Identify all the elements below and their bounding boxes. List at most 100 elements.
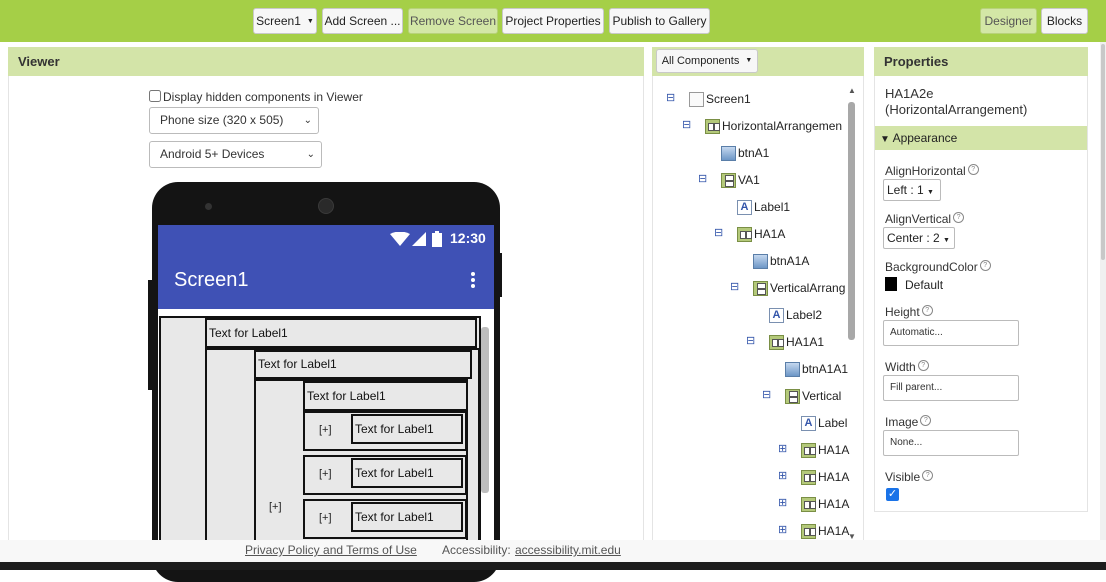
tree-item-label: Screen1: [706, 92, 751, 106]
collapse-icon[interactable]: ⊟: [682, 118, 691, 131]
tree-item[interactable]: HA1A: [801, 440, 849, 460]
horizontal-arrangement-icon: [769, 335, 784, 351]
tree-item[interactable]: VerticalArrang: [753, 278, 845, 298]
tree-item[interactable]: HA1A1: [769, 332, 824, 352]
width-field[interactable]: Fill parent...: [883, 375, 1019, 401]
selected-component-type: (HorizontalArrangement): [885, 102, 1028, 117]
tree-item[interactable]: btnA1: [721, 143, 769, 163]
chevron-down-icon: ⌄: [306, 149, 315, 160]
tree-item[interactable]: HorizontalArrangemen: [705, 116, 842, 136]
visible-checkbox[interactable]: ✓: [886, 488, 899, 501]
tree-item[interactable]: HA1A: [801, 521, 849, 541]
tree-item[interactable]: A Label1: [737, 197, 790, 217]
tree-item[interactable]: VA1: [721, 170, 760, 190]
add-component-placeholder[interactable]: [+]: [269, 501, 282, 513]
tree-item-label: HA1A: [754, 227, 786, 241]
expand-icon[interactable]: ⊞: [778, 469, 787, 482]
signal-icon: [412, 232, 426, 246]
phone-screen: 12:30 Screen1 Text for Label1 Text for L…: [158, 225, 494, 555]
horizontal-arrangement-icon: [737, 227, 752, 243]
label1-preview[interactable]: Text for Label1: [205, 318, 477, 348]
add-component-placeholder[interactable]: [+]: [319, 468, 332, 480]
ha-row-2-label[interactable]: Text for Label1: [351, 458, 463, 488]
collapse-icon[interactable]: ⊟: [714, 226, 723, 239]
label2-preview[interactable]: Text for Label1: [254, 350, 472, 379]
vertical-arrangement-icon: [721, 173, 736, 189]
tree-item-label: Label1: [754, 200, 791, 214]
height-label: Height?: [885, 305, 933, 319]
button-icon: [785, 362, 800, 378]
height-field[interactable]: Automatic...: [883, 320, 1019, 346]
help-icon[interactable]: ?: [967, 164, 979, 175]
properties-header: Properties: [874, 47, 1088, 76]
hidden-components-checkbox[interactable]: [149, 90, 161, 102]
page-scrollbar-thumb[interactable]: [1101, 44, 1105, 260]
components-filter-label: All Components: [661, 55, 740, 67]
project-properties-button[interactable]: Project Properties: [502, 8, 604, 34]
button-icon: [753, 254, 768, 270]
accessibility-link[interactable]: accessibility.mit.edu: [515, 543, 621, 557]
background-color-picker[interactable]: Default: [885, 277, 943, 292]
appearance-section-header[interactable]: ▼ Appearance: [875, 126, 1087, 150]
designer-button[interactable]: Designer: [980, 8, 1037, 34]
tree-item-label: HA1A: [818, 497, 850, 511]
scroll-up-icon[interactable]: ▲: [848, 86, 856, 95]
help-icon[interactable]: ?: [979, 260, 991, 271]
tree-item[interactable]: HA1A: [801, 494, 849, 514]
collapse-icon[interactable]: ⊟: [746, 334, 755, 347]
tree-item[interactable]: Vertical: [785, 386, 841, 406]
taskbar-strip: [0, 562, 1106, 570]
phone-size-select[interactable]: Phone size (320 x 505) ⌄: [149, 107, 319, 134]
expand-icon[interactable]: ⊞: [778, 496, 787, 509]
screen-select-dropdown[interactable]: Screen1 ▼: [253, 8, 317, 34]
add-screen-button[interactable]: Add Screen ...: [322, 8, 403, 34]
phone-screen-scrollbar[interactable]: [481, 327, 489, 493]
expand-icon[interactable]: ⊞: [778, 442, 787, 455]
help-icon[interactable]: ?: [920, 415, 932, 426]
add-component-placeholder[interactable]: [+]: [319, 512, 332, 524]
publish-gallery-button[interactable]: Publish to Gallery: [609, 8, 710, 34]
expand-icon[interactable]: ⊞: [778, 523, 787, 536]
background-color-label: BackgroundColor?: [885, 260, 991, 274]
collapse-icon[interactable]: ⊟: [730, 280, 739, 293]
components-filter-dropdown[interactable]: All Components ▼: [656, 49, 758, 73]
width-label: Width?: [885, 360, 929, 374]
tree-item[interactable]: A Label: [801, 413, 847, 433]
add-component-placeholder[interactable]: [+]: [319, 424, 332, 436]
align-vertical-select[interactable]: Center : 2 ▼: [883, 227, 955, 249]
tree-item[interactable]: Screen1: [689, 89, 751, 109]
ha-row-3-label[interactable]: Text for Label1: [351, 502, 463, 532]
tree-item-label: HA1A: [818, 524, 850, 538]
tree-item[interactable]: A Label2: [769, 305, 822, 325]
phone-side-button: [148, 280, 153, 390]
collapse-icon[interactable]: ⊟: [698, 172, 707, 185]
screen-select-label: Screen1: [256, 14, 301, 28]
caret-down-icon: ▼: [943, 237, 950, 244]
label3-preview[interactable]: Text for Label1: [303, 381, 468, 411]
blocks-button[interactable]: Blocks: [1041, 8, 1088, 34]
tree-item[interactable]: HA1A: [737, 224, 785, 244]
collapse-icon[interactable]: ⊟: [666, 91, 675, 104]
help-icon[interactable]: ?: [953, 212, 965, 223]
hidden-components-label: Display hidden components in Viewer: [163, 90, 363, 104]
collapse-icon[interactable]: ⊟: [762, 388, 771, 401]
privacy-link[interactable]: Privacy Policy and Terms of Use: [245, 543, 417, 557]
appearance-section-label: Appearance: [892, 131, 958, 145]
remove-screen-button[interactable]: Remove Screen: [408, 8, 498, 34]
tree-item[interactable]: btnA1A1: [785, 359, 848, 379]
horizontal-arrangement-icon: [801, 443, 816, 459]
ha-row-1-label[interactable]: Text for Label1: [351, 414, 463, 444]
image-field[interactable]: None...: [883, 430, 1019, 456]
align-horizontal-text: AlignHorizontal: [885, 164, 966, 178]
help-icon[interactable]: ?: [922, 470, 934, 481]
help-icon[interactable]: ?: [917, 360, 929, 371]
tree-item[interactable]: btnA1A: [753, 251, 809, 271]
components-scrollbar[interactable]: [848, 102, 855, 340]
caret-down-icon: ▼: [745, 57, 753, 65]
help-icon[interactable]: ?: [921, 305, 933, 316]
align-horizontal-select[interactable]: Left : 1 ▼: [883, 179, 941, 201]
horizontal-arrangement-icon: [801, 497, 816, 513]
device-type-select[interactable]: Android 5+ Devices ⌄: [149, 141, 322, 168]
tree-item[interactable]: HA1A: [801, 467, 849, 487]
device-type-value: Android 5+ Devices: [160, 147, 265, 161]
